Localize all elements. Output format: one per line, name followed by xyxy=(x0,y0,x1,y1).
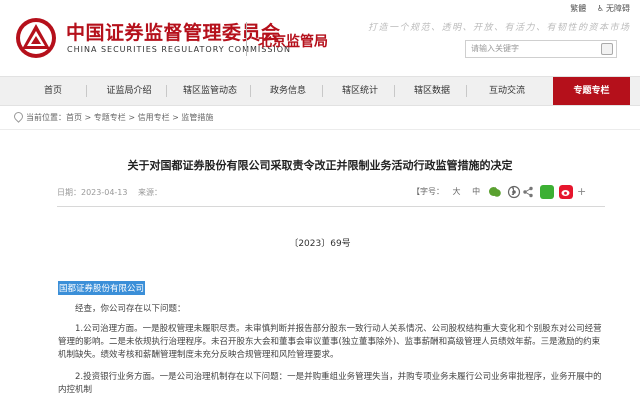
motto-slogan: 打造一个规范、透明、开放、有活力、有韧性的资本市场 xyxy=(368,23,631,33)
breadcrumb-prefix: 当前位置： xyxy=(26,113,66,122)
nav-divider xyxy=(166,85,167,97)
nav-divider xyxy=(86,85,87,97)
article-paragraph: 2.投资银行业务方面。一是公司治理机制存在以下问题：一是并购重组业务管理失当，并… xyxy=(58,372,602,395)
font-size-medium[interactable]: 中 xyxy=(472,187,480,196)
bureau-name: 北京监管局 xyxy=(258,34,328,50)
nav-divider xyxy=(466,85,467,97)
breadcrumb-separator: > xyxy=(169,113,182,122)
traditional-chinese-link[interactable]: 繁體 xyxy=(570,4,586,13)
breadcrumb-item-home[interactable]: 首页 xyxy=(66,113,82,122)
font-size-label: 【字号： xyxy=(412,187,444,196)
nav-item-data[interactable]: 辖区数据 xyxy=(400,77,464,105)
nav-divider xyxy=(394,85,395,97)
article-paragraph: 1.公司治理方面。一是股权管理未履职尽责。未审慎判断并报告部分股东一致行动人关系… xyxy=(58,324,602,360)
location-pin-icon xyxy=(12,110,25,123)
breadcrumb-item-measures[interactable]: 监管措施 xyxy=(181,113,213,122)
breadcrumb: 当前位置：首页 > 专题专栏 > 信用专栏 > 监管措施 xyxy=(12,110,213,123)
article-date: 日期：2023-04-13 xyxy=(57,188,128,197)
share-moments-icon[interactable] xyxy=(507,185,521,199)
share-more-icon[interactable]: + xyxy=(577,185,586,199)
breadcrumb-bar: 当前位置：首页 > 专题专栏 > 信用专栏 > 监管措施 xyxy=(0,105,640,130)
nav-item-home[interactable]: 首页 xyxy=(20,77,86,105)
accessibility-label: 无障碍 xyxy=(606,4,630,13)
article-title: 关于对国都证券股份有限公司采取责令改正并限制业务活动行政监管措施的决定 xyxy=(127,159,513,172)
breadcrumb-item-special[interactable]: 专题专栏 xyxy=(94,113,126,122)
document-number: 〔2023〕69号 xyxy=(289,239,351,249)
nav-item-interaction[interactable]: 互动交流 xyxy=(472,77,542,105)
search-icon[interactable] xyxy=(601,43,613,55)
nav-item-statistics[interactable]: 辖区统计 xyxy=(328,77,392,105)
org-name-cn[interactable]: 中国证券监督管理委员会 xyxy=(66,18,281,45)
nav-divider xyxy=(322,85,323,97)
top-links: 繁體 ♿ 无障碍 xyxy=(562,3,630,14)
breadcrumb-separator: > xyxy=(125,113,138,122)
article-source: 来源： xyxy=(138,188,163,197)
main-nav: 首页 证监局介绍 辖区监管动态 政务信息 辖区统计 辖区数据 互动交流 专题专栏 xyxy=(0,76,640,106)
share-wechat-icon[interactable] xyxy=(488,185,502,199)
nav-item-special-column[interactable]: 专题专栏 xyxy=(553,77,630,105)
font-size-large[interactable]: 大 xyxy=(453,187,461,196)
article-divider xyxy=(57,206,605,207)
csrc-logo[interactable] xyxy=(14,16,58,60)
search-input[interactable]: 请输入关键字 xyxy=(471,43,519,54)
font-size-tools: 【字号： 大 中 小 】 xyxy=(412,186,519,197)
search-box[interactable]: 请输入关键字 xyxy=(465,40,617,58)
share-link-icon[interactable] xyxy=(521,185,535,199)
header-divider xyxy=(246,22,247,56)
nav-item-gov-info[interactable]: 政务信息 xyxy=(256,77,320,105)
accessibility-icon: ♿ xyxy=(596,4,604,13)
nav-divider xyxy=(250,85,251,97)
addressee-selected: 国都证券股份有限公司 xyxy=(58,281,146,295)
nav-item-supervision-news[interactable]: 辖区监管动态 xyxy=(172,77,248,105)
nav-item-bureau-intro[interactable]: 证监局介绍 xyxy=(94,77,164,105)
accessibility-link[interactable]: ♿ 无障碍 xyxy=(597,4,630,13)
share-weibo-icon[interactable] xyxy=(559,185,573,199)
breadcrumb-separator: > xyxy=(82,113,94,122)
site-header: 中国证券监督管理委员会 CHINA SECURITIES REGULATORY … xyxy=(0,0,640,76)
article-meta: 日期：2023-04-13 来源： xyxy=(57,187,162,198)
breadcrumb-item-credit[interactable]: 信用专栏 xyxy=(138,113,170,122)
share-wechat-green-icon[interactable] xyxy=(540,185,554,199)
article-paragraph: 经查，你公司存在以下问题： xyxy=(75,304,186,314)
